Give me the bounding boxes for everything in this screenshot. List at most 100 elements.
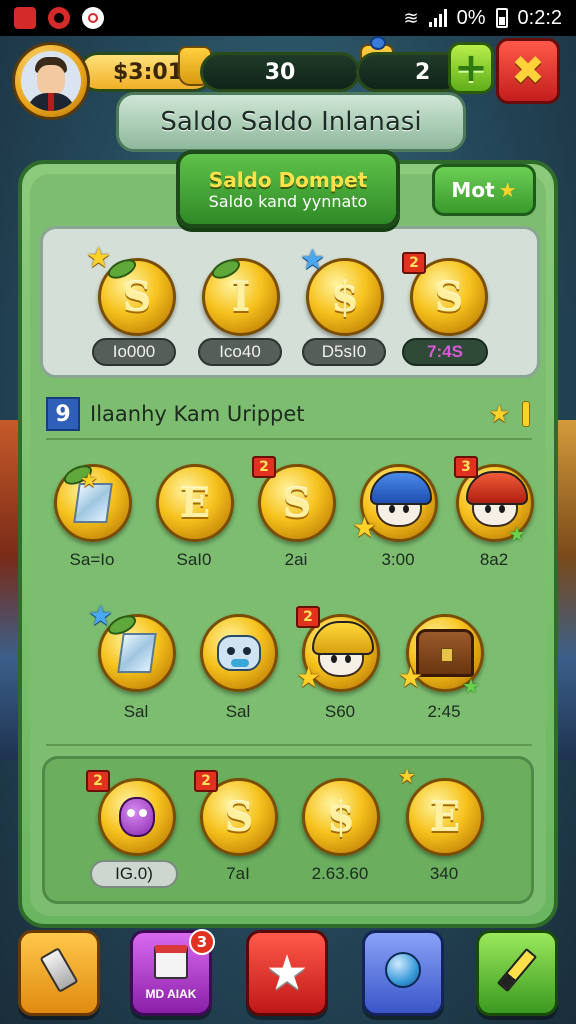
avatar-portrait: [21, 51, 81, 111]
nav-edit-button[interactable]: [476, 930, 558, 1016]
yellow-helmet-character-icon: [312, 621, 374, 677]
tab-more-label: Mot: [451, 178, 495, 202]
badge-icon: 2: [194, 770, 218, 792]
wifi-icon: ≋: [403, 7, 419, 28]
battery-icon: [495, 8, 508, 28]
divider: [46, 744, 532, 746]
nav-mail-caption: MD AIAK: [145, 987, 197, 1001]
crystal-icon: [117, 633, 157, 673]
grid-label-6: Sal: [123, 702, 149, 721]
bottom-label-3: 2.63.60: [311, 864, 369, 883]
bottom-item-4[interactable]: E: [406, 778, 484, 856]
bottom-price-1: IG.0): [90, 860, 178, 888]
section-icon: 9: [46, 397, 80, 431]
plus-icon: +: [454, 45, 488, 91]
treasure-chest-icon: [416, 629, 474, 677]
coin-glyph: E: [179, 479, 211, 527]
robot-icon: [217, 635, 261, 671]
key-balance-value: 2: [415, 59, 431, 85]
purple-bug-icon: [119, 797, 155, 837]
section-header: 9 Ilaanhy Kam Urippet ★: [46, 396, 530, 432]
grid-item-7[interactable]: [200, 614, 278, 692]
star-icon: ★: [398, 764, 416, 788]
star-icon: ★: [498, 178, 517, 202]
grid-item-2[interactable]: E: [156, 464, 234, 542]
coin-glyph: S: [282, 479, 312, 527]
notification-app-icon: [14, 7, 36, 29]
page-title: Saldo Saldo Inlanasi: [160, 107, 422, 137]
clock: 0:2:2: [517, 6, 562, 29]
globe-icon: [385, 952, 421, 994]
battery-percent: 0%: [456, 6, 486, 29]
coin-glyph: S: [434, 273, 464, 321]
blue-helmet-character-icon: [370, 471, 432, 527]
star-icon: ★: [86, 241, 112, 274]
notification-badge: 3: [189, 929, 215, 955]
blue-star-icon: ★: [88, 599, 114, 632]
divider: [46, 438, 532, 440]
bottom-label-2: 7aI: [226, 864, 250, 883]
grid-label-2: SaI0: [176, 550, 212, 569]
badge-icon: 3: [454, 456, 478, 478]
green-star-icon: ★: [462, 674, 480, 698]
add-currency-button[interactable]: +: [448, 42, 494, 94]
close-icon: ✖: [511, 48, 545, 94]
grid-label-7: Sal: [225, 702, 251, 721]
featured-item-2[interactable]: I: [202, 255, 280, 336]
nav-world-button[interactable]: [362, 930, 444, 1016]
coin-glyph: E: [429, 793, 461, 841]
nav-mail-button[interactable]: MD AIAK 3: [130, 929, 215, 1016]
bottom-item-3[interactable]: $: [302, 778, 380, 856]
section-title: Ilaanhy Kam Urippet: [90, 402, 305, 426]
star-icon: ★: [352, 511, 378, 544]
red-helmet-character-icon: [466, 471, 528, 527]
coin-glyph: I: [231, 273, 251, 321]
featured-price-4: 7:4S: [402, 338, 488, 366]
badge-icon: 2: [86, 770, 110, 792]
star-icon: ★: [265, 945, 309, 1001]
tab-wallet[interactable]: Saldo Dompet Saldo kand yynnato: [176, 150, 400, 228]
tab-wallet-title: Saldo Dompet: [208, 167, 368, 192]
blue-star-icon: ★: [300, 243, 326, 276]
star-icon: ★: [296, 661, 322, 694]
grid-label-3: 2ai: [284, 550, 308, 569]
green-star-icon: ★: [508, 522, 526, 546]
badge-icon: 2: [402, 252, 426, 274]
usb-icon: [39, 947, 79, 996]
bottom-label-4: 340: [429, 864, 459, 883]
browser-icon: [82, 7, 104, 29]
close-button[interactable]: ✖: [496, 38, 560, 104]
star-icon: ★: [80, 468, 98, 492]
tab-more[interactable]: Mot ★: [432, 164, 536, 216]
alert-icon: [522, 401, 530, 427]
grid-label-4: 3:00: [381, 550, 415, 569]
featured-price-2: Ico40: [198, 338, 282, 366]
badge-icon: 2: [252, 456, 276, 478]
featured-price-1: Io000: [92, 338, 176, 366]
coin-glyph: S: [122, 273, 152, 321]
gem-balance[interactable]: 30: [200, 52, 360, 92]
coin-glyph: $: [327, 793, 355, 841]
nav-favorites-button[interactable]: ★: [246, 930, 328, 1016]
calendar-icon: [154, 945, 188, 985]
page-title-banner: Saldo Saldo Inlanasi: [116, 92, 466, 152]
grid-label-5: 8a2: [479, 550, 509, 569]
record-icon: [48, 7, 70, 29]
coin-glyph: $: [331, 273, 359, 321]
status-bar: ≋ 0% 0:2:2: [0, 0, 576, 36]
bottom-navigation: MD AIAK 3 ★: [0, 924, 576, 1024]
signal-icon: [428, 9, 447, 27]
grid-label-1: Sa=Io: [69, 550, 115, 569]
coin-glyph: S: [224, 793, 254, 841]
gem-balance-value: 30: [264, 59, 296, 85]
pencil-icon: [496, 947, 538, 999]
featured-price-3: D5sI0: [302, 338, 386, 366]
nav-tool-button[interactable]: [18, 930, 100, 1016]
star-icon: ★: [398, 661, 424, 694]
tab-wallet-subtitle: Saldo kand yynnato: [208, 191, 368, 211]
badge-icon: 2: [296, 606, 320, 628]
grid-label-8: S60: [324, 702, 356, 721]
star-icon: ★: [488, 400, 510, 428]
player-avatar[interactable]: [12, 42, 90, 120]
grid-label-9: 2:45: [427, 702, 461, 721]
